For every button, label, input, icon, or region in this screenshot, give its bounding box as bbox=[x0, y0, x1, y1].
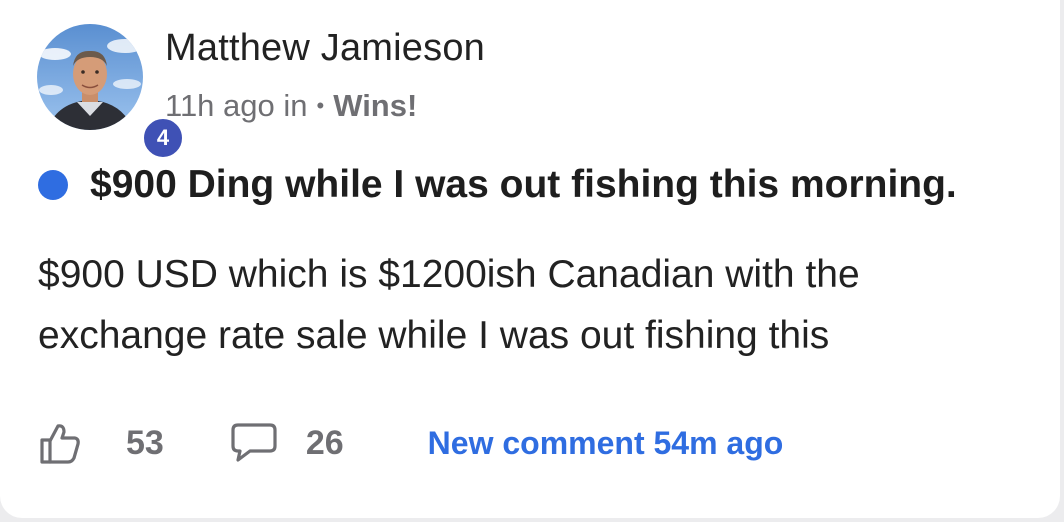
timestamp: 11h ago in bbox=[165, 88, 308, 123]
comment-bubble-icon bbox=[231, 423, 277, 462]
comment-button[interactable]: 26 bbox=[230, 422, 344, 464]
author-avatar-wrap[interactable]: 4 bbox=[37, 24, 185, 160]
unread-indicator bbox=[38, 170, 68, 200]
post-card: 4 Matthew Jamieson 11h ago in • Wins! $9… bbox=[0, 0, 1060, 518]
like-button[interactable]: 53 bbox=[38, 421, 164, 465]
post-title-row[interactable]: $900 Ding while I was out fishing this m… bbox=[38, 163, 957, 207]
new-comment-link[interactable]: New comment 54m ago bbox=[428, 425, 784, 462]
like-count: 53 bbox=[126, 423, 164, 462]
author-name[interactable]: Matthew Jamieson bbox=[165, 27, 485, 70]
post-title[interactable]: $900 Ding while I was out fishing this m… bbox=[90, 163, 957, 207]
post-body: $900 USD which is $1200ish Canadian with… bbox=[38, 253, 860, 357]
comment-count: 26 bbox=[305, 423, 344, 462]
avatar[interactable] bbox=[37, 24, 143, 130]
post-actions: 53 26 New comment 54m ago bbox=[38, 418, 783, 468]
meta-separator: • bbox=[316, 93, 325, 118]
thumbs-up-icon bbox=[40, 424, 80, 464]
category-link[interactable]: Wins! bbox=[333, 88, 417, 124]
post-meta: 11h ago in • Wins! bbox=[165, 88, 417, 124]
